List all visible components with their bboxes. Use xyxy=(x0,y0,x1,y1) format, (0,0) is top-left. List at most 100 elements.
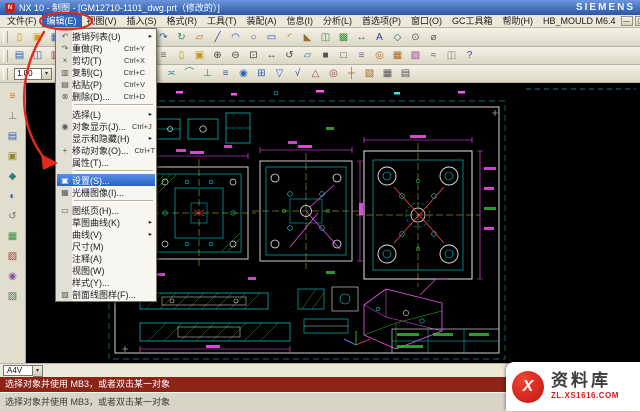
centerline-icon[interactable]: ┼ xyxy=(343,66,360,81)
edit-menu-item[interactable]: ▣设置(S)... xyxy=(57,174,155,186)
menu-edit[interactable]: 编辑(E) xyxy=(42,15,82,27)
note-icon[interactable]: ≡ xyxy=(217,66,234,81)
pan-icon[interactable]: ↔ xyxy=(263,48,280,63)
redo-icon[interactable]: ↷ xyxy=(155,30,172,45)
edit-menu-item[interactable]: 注释(A) xyxy=(57,252,155,264)
menu-format[interactable]: 格式(R) xyxy=(162,15,203,27)
child-minimize-button[interactable]: — xyxy=(621,16,633,26)
edit-menu-item[interactable] xyxy=(74,200,153,202)
menu-help[interactable]: 帮助(H) xyxy=(498,15,539,27)
preferences-icon[interactable]: ≈ xyxy=(425,48,442,63)
front-view-icon[interactable]: ▱ xyxy=(299,48,316,63)
sheet-selector-arrow-icon[interactable]: ▾ xyxy=(33,365,43,377)
datum-feature-icon[interactable]: ▽ xyxy=(271,66,288,81)
balloon-icon[interactable]: ◉ xyxy=(235,66,252,81)
refresh-icon[interactable]: ↻ xyxy=(173,30,190,45)
edit-menu-item[interactable]: ↷重做(R)Ctrl+Y xyxy=(57,42,155,54)
edit-menu-item[interactable] xyxy=(74,170,153,172)
menu-analysis[interactable]: 分析(L) xyxy=(318,15,357,27)
history-icon[interactable]: ↺ xyxy=(5,210,21,223)
layer-settings-icon[interactable]: ≡ xyxy=(353,48,370,63)
window-cascade-icon[interactable]: ◫ xyxy=(443,48,460,63)
pattern-icon[interactable]: ▩ xyxy=(335,30,352,45)
rotate-view-icon[interactable]: ↺ xyxy=(281,48,298,63)
grid-icon[interactable]: ▦ xyxy=(389,48,406,63)
edit-menu-item[interactable]: ▨剖面线图样(F)... xyxy=(57,288,155,300)
weld-symbol-icon[interactable]: △ xyxy=(307,66,324,81)
ordinate-dimension-icon[interactable]: ⊥ xyxy=(199,66,216,81)
menu-information[interactable]: 信息(I) xyxy=(282,15,319,27)
menu-gc-toolbox[interactable]: GC工具箱 xyxy=(447,15,498,27)
edit-menu-item[interactable]: 显示和隐藏(H)▸ xyxy=(57,132,155,144)
edit-menu-item[interactable]: ↶撤销列表(U)▸ xyxy=(57,30,155,42)
edit-menu-item[interactable]: 曲线(V)▸ xyxy=(57,228,155,240)
dimension-icon[interactable]: ↔ xyxy=(353,30,370,45)
rectangle-icon[interactable]: ▭ xyxy=(263,30,280,45)
scale-input[interactable] xyxy=(14,68,42,80)
open-file-icon[interactable]: ▣ xyxy=(29,30,46,45)
menu-tools[interactable]: 工具(T) xyxy=(202,15,242,27)
feature-control-frame-icon[interactable]: ⊞ xyxy=(253,66,270,81)
edit-menu-item[interactable]: +移动对象(O)...Ctrl+T xyxy=(57,144,155,156)
menu-view[interactable]: 视图(V) xyxy=(82,15,122,27)
toolbar-grip[interactable] xyxy=(3,31,8,43)
projected-view-icon[interactable]: ◫ xyxy=(29,48,46,63)
point-icon[interactable]: ⊙ xyxy=(407,30,424,45)
edit-menu-item[interactable]: ◉对象显示(J)...Ctrl+J xyxy=(57,120,155,132)
help-icon[interactable]: ? xyxy=(461,48,478,63)
part-navigator-icon[interactable]: ▤ xyxy=(5,130,21,143)
fit-view-icon[interactable]: ⊡ xyxy=(245,48,262,63)
edit-menu-item[interactable] xyxy=(74,104,153,106)
fillet-icon[interactable]: ◜ xyxy=(281,30,298,45)
table-icon[interactable]: ▦ xyxy=(379,66,396,81)
arc-icon[interactable]: ◠ xyxy=(227,30,244,45)
line-icon[interactable]: ╱ xyxy=(209,30,226,45)
edit-menu-item[interactable]: 视图(W) xyxy=(57,264,155,276)
shaded-icon[interactable]: ■ xyxy=(317,48,334,63)
edit-menu-item[interactable]: ▭图纸页(H)... xyxy=(57,204,155,216)
arc-length-dimension-icon[interactable]: ⌒ xyxy=(181,66,198,81)
process-studio-icon[interactable]: ▦ xyxy=(5,230,21,243)
constraint-navigator-icon[interactable]: ⊥ xyxy=(5,110,21,123)
web-browser-icon[interactable]: ◐ xyxy=(5,190,21,203)
menu-file[interactable]: 文件(F) xyxy=(2,15,42,27)
mirror-icon[interactable]: ◫ xyxy=(317,30,334,45)
edit-sheet-icon[interactable]: ▣ xyxy=(191,48,208,63)
assembly-navigator-icon[interactable]: ≡ xyxy=(5,90,21,103)
circle-icon[interactable]: ○ xyxy=(245,30,262,45)
new-file-icon[interactable]: ▯ xyxy=(11,30,28,45)
system-materials-icon[interactable]: ▧ xyxy=(5,290,21,303)
edit-menu-item[interactable]: ▤粘贴(P)Ctrl+V xyxy=(57,78,155,90)
align-view-icon[interactable]: ≡ xyxy=(155,48,172,63)
edit-menu-item[interactable]: ×剪切(T)Ctrl+X xyxy=(57,54,155,66)
edit-menu-item[interactable]: 属性(T)... xyxy=(57,156,155,168)
object-color-icon[interactable]: ▨ xyxy=(407,48,424,63)
sheet-selector[interactable]: A4V ▾ xyxy=(3,365,43,377)
thickness-dimension-icon[interactable]: ≍ xyxy=(163,66,180,81)
zoom-out-icon[interactable]: ⊖ xyxy=(227,48,244,63)
menu-hb-mould[interactable]: HB_MOULD M6.4 xyxy=(538,15,621,27)
surface-finish-icon[interactable]: √ xyxy=(289,66,306,81)
manufacturing-wizard-icon[interactable]: ▨ xyxy=(5,250,21,263)
edit-menu-item[interactable]: 草图曲线(K)▸ xyxy=(57,216,155,228)
hd3d-tools-icon[interactable]: ◆ xyxy=(5,170,21,183)
edit-menu-item[interactable]: ▦光栅图像(I)... xyxy=(57,186,155,198)
menu-assemblies[interactable]: 装配(A) xyxy=(242,15,282,27)
sketch-icon[interactable]: ▱ xyxy=(191,30,208,45)
text-icon[interactable]: A xyxy=(371,30,388,45)
parts-list-icon[interactable]: ▤ xyxy=(397,66,414,81)
edit-menu-item[interactable]: 尺寸(M) xyxy=(57,240,155,252)
roles-icon[interactable]: ◉ xyxy=(5,270,21,283)
menu-preferences[interactable]: 首选项(P) xyxy=(357,15,406,27)
scale-dropdown-arrow-icon[interactable]: ▾ xyxy=(42,68,52,80)
menu-window[interactable]: 窗口(O) xyxy=(406,15,447,27)
edit-menu-item[interactable]: 样式(Y)... xyxy=(57,276,155,288)
reuse-library-icon[interactable]: ▣ xyxy=(5,150,21,163)
chamfer-icon[interactable]: ◣ xyxy=(299,30,316,45)
datum-plane-icon[interactable]: ◇ xyxy=(389,30,406,45)
zoom-in-icon[interactable]: ⊕ xyxy=(209,48,226,63)
edit-menu-item[interactable]: 选择(L)▸ xyxy=(57,108,155,120)
new-sheet-icon[interactable]: ▯ xyxy=(173,48,190,63)
menu-insert[interactable]: 插入(S) xyxy=(122,15,162,27)
snap-point-icon[interactable]: ◎ xyxy=(371,48,388,63)
